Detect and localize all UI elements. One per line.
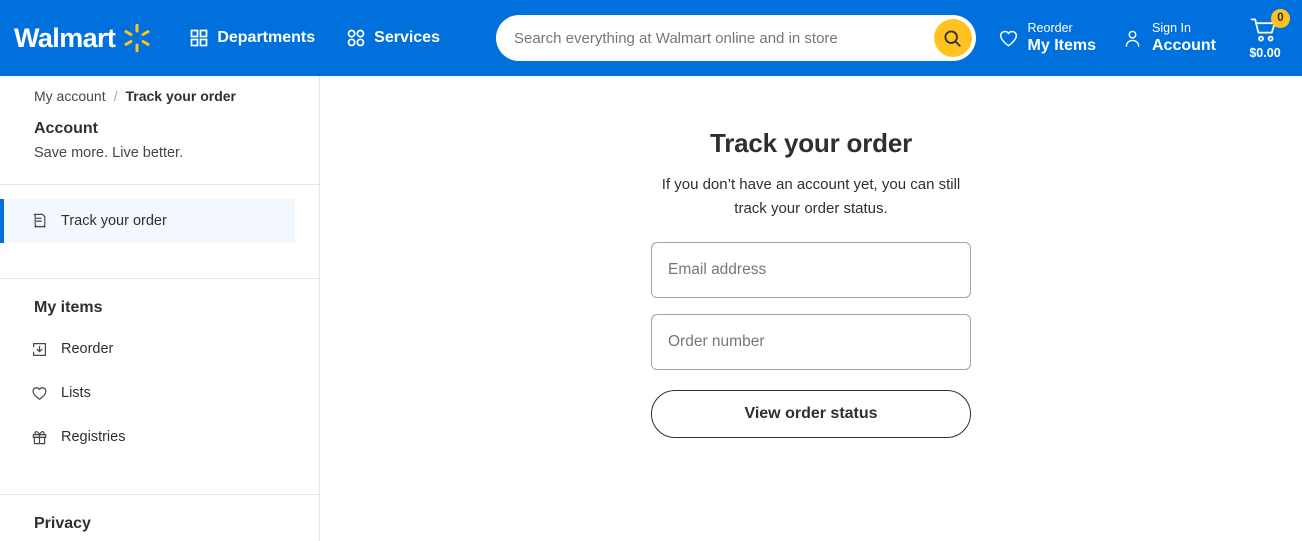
cart-total: $0.00 [1249,45,1281,60]
grid-squares-icon [190,29,208,47]
logo-text: Walmart [14,22,116,53]
track-order-card: Track your order If you don’t have an ac… [651,128,971,438]
nav-departments[interactable]: Departments [190,29,315,47]
heart-icon [32,386,47,400]
breadcrumb-separator: / [113,88,118,104]
walmart-spark-icon [124,23,150,53]
nav-departments-label: Departments [217,29,316,46]
account-sidebar: Account Save more. Live better. Track yo… [0,76,320,541]
cart-icon-wrap: 0 [1250,8,1290,44]
sidebar-item-reorder[interactable]: Reorder [0,327,295,371]
cart-button[interactable]: 0 $0.00 [1242,8,1290,60]
sidebar-item-lists[interactable]: Lists [0,371,295,415]
reorder-my-items-button[interactable]: Reorder My Items [998,21,1096,55]
sidebar-section-privacy-title: Privacy [34,515,91,532]
search-button[interactable] [933,19,972,57]
sign-in-account-button[interactable]: Sign In Account [1122,21,1216,55]
breadcrumb: My account / Track your order [34,88,236,104]
breadcrumb-current: Track your order [125,88,236,104]
sidebar-subtitle: Save more. Live better. [34,145,184,161]
grid-circles-icon [347,29,365,47]
nav-services[interactable]: Services [347,29,440,47]
person-icon [1125,30,1140,47]
site-header: Walmart Departments Services Search ever… [0,0,1302,76]
gift-icon [32,430,47,444]
sidebar-item-registries[interactable]: Registries [0,415,295,459]
search-input[interactable] [513,29,934,47]
sign-in-label: Sign In [1152,21,1191,35]
search-bar [495,15,976,61]
breadcrumb-my-account[interactable]: My account [34,88,106,104]
sidebar-header: Account Save more. Live better. [0,118,319,163]
order-number-field[interactable] [651,314,971,370]
walmart-logo[interactable]: Walmart [12,23,152,54]
account-label: Account [1152,37,1216,54]
page-title: Track your order [710,128,912,158]
email-field[interactable] [651,242,971,298]
view-order-status-button[interactable]: View order status [651,390,971,438]
sidebar-item-track-your-order[interactable]: Track your order [0,199,295,243]
track-order-panel: Track your order If you don’t have an ac… [320,76,1302,541]
heart-icon [999,30,1017,46]
sidebar-item-label: Track your order [61,213,167,229]
search-icon [944,29,961,47]
sidebar-section-my-items-title: My items [34,299,103,316]
sidebar-item-label: Reorder [61,341,114,357]
page-subtitle: If you don’t have an account yet, you ca… [661,176,961,217]
sidebar-primary-group: Track your order [0,185,319,257]
reorder-icon [33,342,46,356]
cart-count-badge: 0 [1271,8,1290,28]
nav-services-label: Services [374,29,440,46]
sidebar-privacy-group: Privacy Privacy Policy [0,495,319,541]
reorder-label: Reorder [1027,21,1073,35]
sidebar-item-label: Registries [61,429,126,445]
sidebar-item-label: Lists [61,385,91,401]
sidebar-title: Account [34,120,98,137]
my-items-label: My Items [1027,37,1096,54]
page-body: My account / Track your order Account Sa… [0,76,1302,541]
receipt-icon [33,213,46,228]
sidebar-my-items-group: My items Reorder Lists Registries [0,279,319,473]
